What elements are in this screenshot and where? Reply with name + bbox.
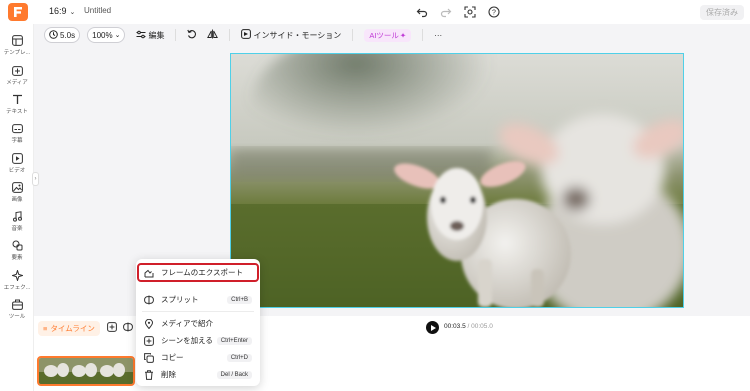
chevron-down-icon: ⌄	[69, 9, 76, 16]
sidebar-item-video[interactable]: ビデオ	[0, 151, 34, 174]
elements-icon	[10, 238, 24, 252]
top-bar: 16:9 ⌄ Untitled ? 保存済み	[0, 0, 750, 24]
sidebar-item-image[interactable]: 画像	[0, 180, 34, 203]
scene-clip-thumbnail[interactable]	[37, 356, 135, 386]
redo-icon[interactable]	[438, 4, 454, 20]
more-options-button[interactable]: ···	[430, 27, 446, 43]
menu-item-introduce-media[interactable]: メディアで紹介	[136, 316, 260, 331]
zoom-value: 100%	[92, 30, 113, 40]
timeline-icon: ≡	[43, 324, 48, 333]
sparkle-icon: ✦	[399, 30, 407, 40]
video-icon	[10, 151, 24, 165]
editor-toolbar: 5.0s 100% ⌄ 編集 インサイド・モーション AIツール✦ ···	[44, 25, 750, 45]
flip-button[interactable]	[203, 27, 222, 43]
flip-icon	[207, 29, 219, 41]
trash-icon	[143, 369, 155, 381]
collapse-panel-chevron-icon[interactable]: ›	[32, 172, 39, 186]
rotate-button[interactable]	[183, 27, 201, 43]
menu-item-shortcut: Ctrl+D	[226, 353, 252, 362]
ai-tools-button[interactable]: AIツール✦	[360, 27, 415, 43]
document-title[interactable]: Untitled	[84, 6, 111, 15]
menu-divider	[142, 311, 254, 312]
sidebar-item-elements[interactable]: 要素	[0, 238, 34, 261]
playback-time: 00:03.5 / 00:05.0	[444, 323, 493, 330]
menu-item-label: スプリット	[161, 295, 199, 304]
play-button[interactable]	[426, 321, 439, 334]
more-icon: ···	[434, 30, 443, 40]
duration-button[interactable]: 5.0s	[44, 27, 81, 43]
menu-item-add-scene[interactable]: シーンを加える Ctrl+Enter	[136, 333, 260, 348]
menu-item-export-frame[interactable]: フレームのエクスポート	[137, 263, 259, 282]
split-icon	[143, 294, 155, 306]
duration-value: 5.0s	[60, 30, 76, 40]
toolbar-divider	[422, 29, 424, 41]
sidebar-item-tools[interactable]: ツール	[0, 297, 34, 320]
sidebar-item-text[interactable]: テキスト	[0, 92, 34, 115]
sidebar-item-media[interactable]: メディア	[0, 63, 34, 86]
video-canvas-preview[interactable]	[230, 53, 684, 308]
location-pin-icon	[143, 318, 155, 330]
menu-item-split[interactable]: スプリット Ctrl+B	[136, 292, 260, 307]
toolbar-divider	[352, 29, 354, 41]
app-logo-icon[interactable]	[8, 3, 28, 21]
menu-item-delete[interactable]: 削除 Del / Back	[136, 367, 260, 382]
sidebar-item-template[interactable]: テンプレ...	[0, 33, 34, 56]
subtitle-icon	[10, 121, 24, 135]
image-icon	[10, 180, 24, 194]
menu-item-shortcut: Del / Back	[216, 370, 252, 379]
rotate-icon	[187, 29, 197, 41]
left-sidebar: テンプレ... メディア テキスト 字幕 ビデオ 画像 音楽 要素 エフェク..…	[0, 24, 39, 391]
adjust-sliders-icon	[136, 30, 146, 41]
lambs-photo	[231, 54, 683, 307]
sidebar-item-subtitle[interactable]: 字幕	[0, 121, 34, 144]
chevron-down-icon: ⌄	[114, 32, 121, 39]
menu-item-shortcut: Ctrl+Enter	[216, 336, 252, 345]
animation-icon	[241, 29, 252, 41]
add-scene-icon	[143, 335, 155, 347]
animation-button[interactable]: インサイド・モーション	[237, 27, 345, 43]
aspect-ratio-dropdown[interactable]: 16:9 ⌄	[49, 6, 75, 16]
menu-item-copy[interactable]: コピー Ctrl+D	[136, 350, 260, 365]
sidebar-item-effects[interactable]: エフェク...	[0, 268, 34, 291]
total-time: 00:05.0	[471, 323, 493, 330]
help-icon[interactable]: ?	[486, 4, 502, 20]
copy-icon	[143, 352, 155, 364]
template-icon	[10, 33, 24, 47]
menu-item-shortcut: Ctrl+B	[227, 295, 252, 304]
clock-icon	[49, 29, 58, 41]
music-icon	[10, 209, 24, 223]
toolbar-divider	[229, 29, 231, 41]
aspect-ratio-value: 16:9	[49, 6, 67, 16]
animation-label: インサイド・モーション	[253, 30, 342, 40]
undo-icon[interactable]	[414, 4, 430, 20]
sidebar-item-music[interactable]: 音楽	[0, 209, 34, 232]
edit-label: 編集	[148, 30, 165, 40]
current-time: 00:03.5	[444, 323, 466, 330]
split-icon[interactable]	[122, 321, 134, 333]
menu-item-label: コピー	[161, 353, 184, 362]
tools-icon	[10, 297, 24, 311]
menu-item-label: シーンを加える	[161, 336, 213, 345]
menu-item-label: フレームのエクスポート	[161, 268, 244, 277]
media-icon	[10, 63, 24, 77]
screenshot-icon[interactable]	[462, 4, 478, 20]
text-icon	[10, 92, 24, 106]
effects-icon	[10, 268, 24, 282]
timeline-label: タイムライン	[50, 324, 95, 333]
ai-tools-label: AIツール	[369, 30, 399, 40]
edit-button[interactable]: 編集	[132, 27, 168, 43]
svg-text:?: ?	[492, 10, 496, 17]
menu-item-label: メディアで紹介	[161, 319, 213, 328]
context-menu: フレームのエクスポート スプリット Ctrl+B メディアで紹介 シーンを加える…	[136, 259, 260, 386]
menu-item-label: 削除	[161, 370, 176, 379]
add-scene-icon[interactable]	[106, 321, 118, 333]
zoom-dropdown[interactable]: 100% ⌄	[87, 27, 126, 43]
export-frame-icon	[143, 267, 155, 279]
timeline-toggle-button[interactable]: ≡ タイムライン	[38, 321, 100, 336]
save-status-button[interactable]: 保存済み	[700, 5, 744, 20]
toolbar-divider	[175, 29, 177, 41]
